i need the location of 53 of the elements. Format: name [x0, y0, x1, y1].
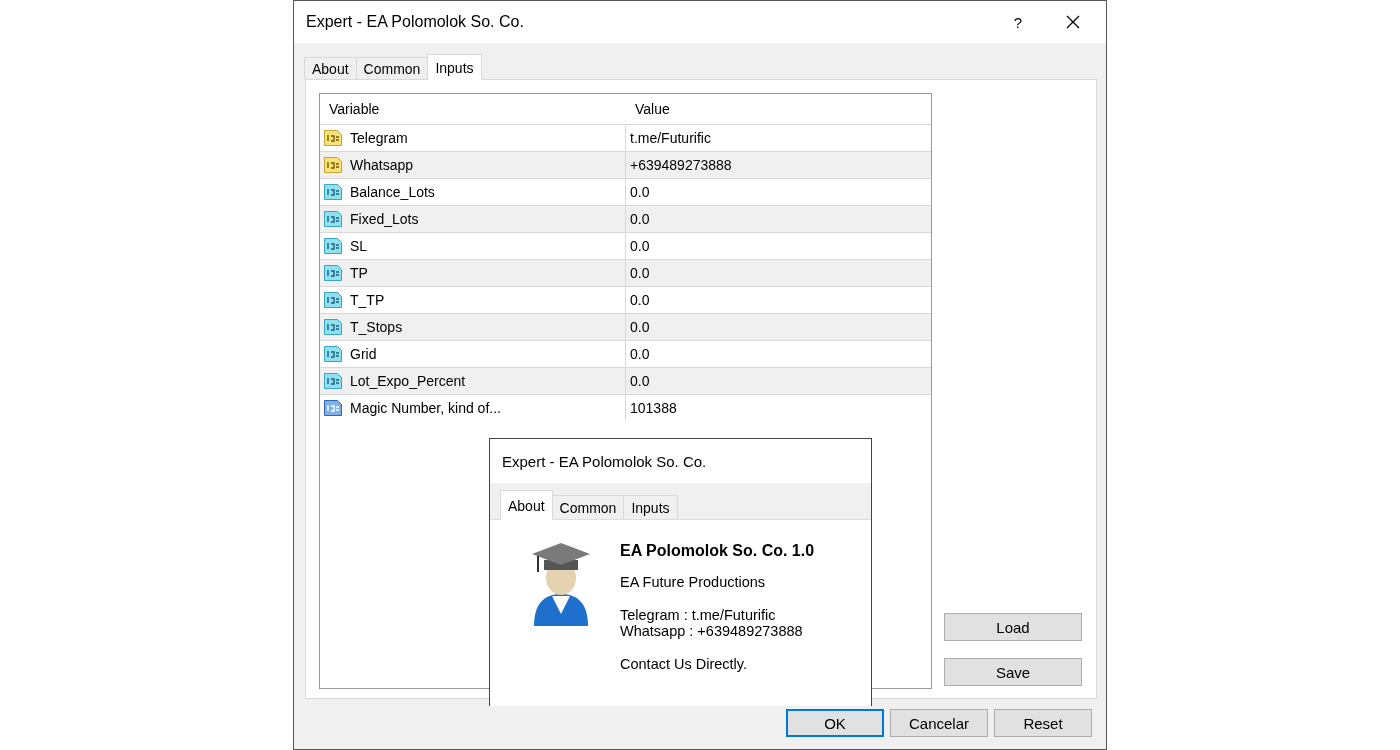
variable-name: Magic Number, kind of...: [350, 400, 501, 416]
fraction-type-icon: [323, 182, 343, 202]
fraction-type-icon: [323, 290, 343, 310]
variable-value[interactable]: t.me/Futurific: [630, 130, 711, 146]
variable-name: Lot_Expo_Percent: [350, 373, 466, 389]
variable-value[interactable]: 0.0: [630, 211, 650, 227]
variable-value[interactable]: 0.0: [630, 373, 650, 389]
text-type-icon: [323, 155, 343, 175]
telegram-contact: Telegram : t.me/Futurific: [620, 607, 777, 623]
variable-value[interactable]: 0.0: [630, 346, 650, 362]
text-type-icon: [323, 128, 343, 148]
variable-value[interactable]: +639489273888: [630, 157, 732, 173]
window-title: Expert - EA Polomolok So. Co.: [501, 452, 708, 472]
whatsapp-contact: Whatsapp : +639489273888: [620, 623, 804, 639]
tab[interactable]: Inputs: [623, 495, 678, 519]
variable-value[interactable]: 0.0: [630, 319, 650, 335]
number-type-icon: [323, 398, 343, 418]
help-button[interactable]: ?: [998, 7, 1038, 37]
dialog-button[interactable]: Cancelar: [890, 709, 988, 737]
company-name: EA Future Productions: [620, 574, 767, 590]
variable-value[interactable]: 0.0: [630, 184, 650, 200]
variable-name: T_TP: [350, 292, 385, 308]
fraction-type-icon: [323, 236, 343, 256]
close-icon: [1066, 15, 1080, 29]
fraction-type-icon: [323, 344, 343, 364]
variable-name: Telegram: [350, 130, 408, 146]
expert-name: EA Polomolok So. Co. 1.0: [620, 542, 815, 560]
variable-name: Grid: [350, 346, 377, 362]
variable-value[interactable]: 101388: [630, 400, 677, 416]
tab[interactable]: Inputs: [427, 54, 482, 80]
variable-name: T_Stops: [350, 319, 403, 335]
tab[interactable]: About: [500, 490, 553, 520]
variable-value[interactable]: 0.0: [630, 292, 650, 308]
variable-value[interactable]: 0.0: [630, 238, 650, 254]
variable-name: Whatsapp: [350, 157, 414, 173]
variable-name: Fixed_Lots: [350, 211, 419, 227]
contact-note: Contact Us Directly.: [620, 656, 749, 672]
side-button[interactable]: Save: [944, 658, 1082, 686]
fraction-type-icon: [323, 263, 343, 283]
window-title: Expert - EA Polomolok So. Co.: [306, 13, 525, 31]
variable-name: SL: [350, 238, 368, 254]
fraction-type-icon: [323, 317, 343, 337]
fraction-type-icon: [323, 209, 343, 229]
variable-value[interactable]: 0.0: [630, 265, 650, 281]
fraction-type-icon: [323, 371, 343, 391]
column-header[interactable]: Variable: [320, 101, 626, 117]
variable-name: Balance_Lots: [350, 184, 435, 200]
column-header[interactable]: Value: [626, 101, 670, 117]
side-button[interactable]: Load: [944, 613, 1082, 641]
dialog-button[interactable]: OK: [786, 709, 884, 737]
variable-name: TP: [350, 265, 368, 281]
dialog-button[interactable]: Reset: [994, 709, 1092, 737]
tab[interactable]: About: [304, 57, 357, 79]
